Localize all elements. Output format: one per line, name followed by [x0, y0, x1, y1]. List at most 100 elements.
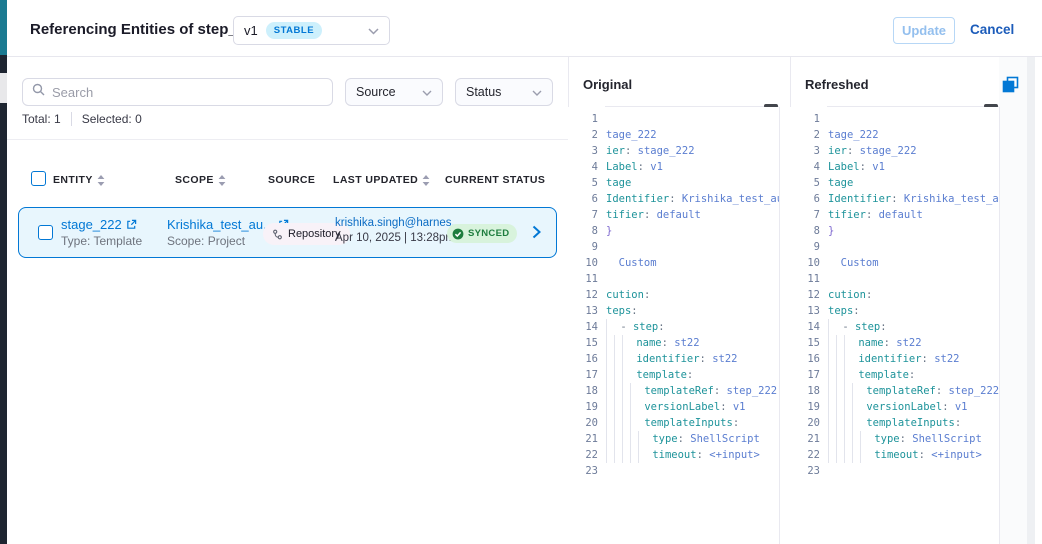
code-line: 2tage_222 — [790, 127, 999, 143]
total-count: Total: 1 — [22, 112, 61, 126]
updated-at: Apr 10, 2025 | 13:28pm — [335, 232, 461, 244]
code-line: 7tifier: default — [790, 207, 999, 223]
update-button[interactable]: Update — [893, 17, 955, 44]
divider — [7, 139, 575, 140]
code-line: 20 templateInputs: — [790, 415, 999, 431]
last-updated-cell: krishika.singh@harnes... Apr 10, 2025 | … — [335, 217, 461, 244]
code-line: 19 versionLabel: v1 — [568, 399, 779, 415]
code-line: 9 — [790, 239, 999, 255]
code-line: 21 type: ShellScript — [790, 431, 999, 447]
code-line: 5tage — [568, 175, 779, 191]
select-all-checkbox[interactable] — [31, 171, 46, 186]
divider — [71, 112, 72, 126]
chevron-down-icon — [532, 85, 542, 99]
source-filter-label: Source — [356, 85, 396, 99]
entity-type: Type: Template — [61, 234, 142, 248]
refreshed-code-panel[interactable]: 12tage_2223ier: stage_2224Label: v15tage… — [790, 107, 999, 544]
code-line: 2tage_222 — [568, 127, 779, 143]
code-line: 22 timeout: <+input> — [568, 447, 779, 463]
code-line: 5tage — [790, 175, 999, 191]
code-line: 8} — [568, 223, 779, 239]
code-line: 12cution: — [790, 287, 999, 303]
code-line: 3ier: stage_222 — [790, 143, 999, 159]
code-line: 18 templateRef: step_222 — [790, 383, 999, 399]
code-line: 4Label: v1 — [790, 159, 999, 175]
code-line: 16 identifier: st22 — [568, 351, 779, 367]
code-line: 17 template: — [568, 367, 779, 383]
column-entity[interactable]: ENTITY — [53, 174, 105, 186]
code-line: 13teps: — [790, 303, 999, 319]
stable-badge: STABLE — [266, 22, 322, 39]
background-content-strip — [0, 73, 7, 103]
code-line: 23 — [568, 463, 779, 479]
chevron-down-icon — [422, 85, 432, 99]
original-panel-title: Original — [583, 77, 632, 92]
status-filter-label: Status — [466, 85, 501, 99]
sort-icon[interactable] — [218, 175, 226, 186]
version-select[interactable]: v1 STABLE — [233, 16, 390, 45]
source-filter-dropdown[interactable]: Source — [345, 78, 443, 106]
code-line: 10 Custom — [790, 255, 999, 271]
row-checkbox[interactable] — [38, 225, 53, 240]
code-line: 9 — [568, 239, 779, 255]
code-line: 13teps: — [568, 303, 779, 319]
code-line: 23 — [790, 463, 999, 479]
source-label: Repository — [288, 228, 341, 240]
background-header-strip — [0, 0, 7, 55]
cancel-button[interactable]: Cancel — [970, 22, 1014, 37]
code-line: 1 — [790, 111, 999, 127]
code-line: 22 timeout: <+input> — [790, 447, 999, 463]
copy-icon[interactable] — [1001, 76, 1019, 94]
code-line: 4Label: v1 — [568, 159, 779, 175]
page-title: Referencing Entities of step_222 — [30, 21, 262, 38]
column-source: SOURCE — [268, 174, 315, 186]
divider — [790, 57, 791, 107]
code-line: 20 templateInputs: — [568, 415, 779, 431]
entity-name-link[interactable]: stage_222 — [61, 217, 122, 232]
code-line: 21 type: ShellScript — [568, 431, 779, 447]
selection-summary: Total: 1 Selected: 0 — [22, 112, 142, 126]
code-line: 14 - step: — [568, 319, 779, 335]
scrollbar-track[interactable] — [1027, 57, 1035, 544]
code-line: 14 - step: — [790, 319, 999, 335]
search-icon — [32, 83, 45, 101]
table-row[interactable]: stage_222 Type: Template Krishika_test_a… — [18, 207, 557, 258]
synced-check-icon — [452, 228, 464, 240]
code-line: 10 Custom — [568, 255, 779, 271]
table-header: ENTITY SCOPE SOURCE LAST UPDATED CURRENT… — [7, 168, 575, 198]
status-filter-dropdown[interactable]: Status — [455, 78, 553, 106]
code-line: 7tifier: default — [568, 207, 779, 223]
row-expand-chevron-icon[interactable] — [532, 225, 541, 244]
selected-count: Selected: 0 — [82, 112, 142, 126]
search-input[interactable] — [52, 85, 323, 100]
code-line: 15 name: st22 — [568, 335, 779, 351]
code-line: 12cution: — [568, 287, 779, 303]
repository-icon — [272, 229, 283, 240]
column-last-updated[interactable]: LAST UPDATED — [333, 174, 430, 186]
drawer-header: Referencing Entities of step_222 v1 STAB… — [7, 0, 1042, 57]
background-page-strip — [0, 0, 7, 544]
entity-cell: stage_222 Type: Template — [61, 217, 142, 248]
external-link-icon[interactable] — [126, 219, 137, 230]
code-line: 8} — [790, 223, 999, 239]
original-code-panel[interactable]: 12tage_2223ier: stage_2224Label: v15tage… — [568, 107, 779, 544]
code-line: 11 — [568, 271, 779, 287]
sort-icon[interactable] — [422, 175, 430, 186]
updated-by: krishika.singh@harnes... — [335, 217, 461, 229]
scope-name-link[interactable]: Krishika_test_au... — [167, 217, 274, 232]
code-line: 1 — [568, 111, 779, 127]
code-line: 17 template: — [790, 367, 999, 383]
search-box — [22, 78, 333, 106]
column-scope[interactable]: SCOPE — [175, 174, 226, 186]
sort-icon[interactable] — [97, 175, 105, 186]
code-line: 18 templateRef: step_222 — [568, 383, 779, 399]
code-line: 6Identifier: Krishika_test_automation_Pr — [568, 191, 779, 207]
code-line: 16 identifier: st22 — [790, 351, 999, 367]
code-line: 15 name: st22 — [790, 335, 999, 351]
column-current-status: CURRENT STATUS — [445, 174, 545, 186]
code-line: 11 — [790, 271, 999, 287]
status-badge: SYNCED — [447, 224, 517, 243]
divider — [779, 107, 780, 544]
code-line: 6Identifier: Krishika_test_automation_Pr — [790, 191, 999, 207]
code-line: 3ier: stage_222 — [568, 143, 779, 159]
